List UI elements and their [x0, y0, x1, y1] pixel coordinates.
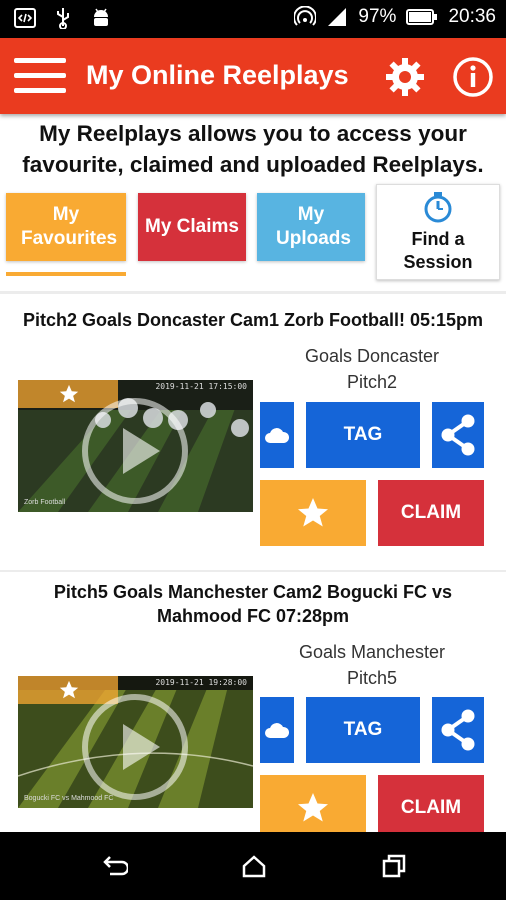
claim-button[interactable]: CLAIM [378, 480, 484, 546]
stopwatch-icon [424, 192, 452, 223]
app-bar: My Online Reelplays [0, 38, 506, 114]
tab-label: My Claims [145, 216, 239, 237]
hotspot-icon [294, 6, 317, 26]
reelplay-card: Pitch2 Goals Doncaster Cam1 Zorb Footbal… [0, 294, 506, 570]
home-icon[interactable] [240, 852, 268, 880]
reelplay-pitch: Pitch2 [346, 372, 398, 392]
menu-icon[interactable] [14, 56, 66, 96]
video-timestamp: 2019-11-21 17:15:00 [155, 382, 247, 391]
share-button[interactable] [432, 402, 484, 468]
tab-my-uploads[interactable]: My Uploads [257, 193, 365, 261]
intro-text: My Reelplays allows you to access your f… [22, 121, 484, 177]
video-thumbnail[interactable]: 2019-11-21 17:15:00 Zorb Football [18, 380, 253, 512]
play-icon[interactable] [80, 692, 190, 802]
cloud-upload-button[interactable] [260, 402, 294, 468]
reelplay-title: Pitch2 Goals Doncaster Cam1 Zorb Footbal… [22, 310, 484, 330]
signal-icon [328, 8, 347, 26]
video-thumbnail[interactable]: 2019-11-21 19:28:00 Bogucki FC vs Mahmoo… [18, 676, 253, 808]
recents-icon[interactable] [380, 852, 408, 880]
android-icon [94, 8, 108, 26]
tag-button[interactable]: TAG [306, 697, 420, 763]
clock-time: 20:36 [448, 6, 496, 27]
cloud-icon [265, 723, 290, 738]
back-icon[interactable] [100, 852, 128, 880]
info-icon[interactable] [452, 56, 494, 98]
star-icon [298, 498, 328, 527]
cloud-upload-button[interactable] [260, 697, 294, 763]
favourite-button[interactable] [260, 480, 366, 546]
gear-icon[interactable] [384, 56, 426, 98]
tab-label: Find a Session [403, 229, 473, 272]
video-timestamp: 2019-11-21 19:28:00 [155, 678, 247, 687]
reelplay-venue: Goals Manchester [298, 642, 446, 662]
tab-label: My Uploads [276, 204, 351, 249]
star-icon [298, 793, 328, 822]
active-tab-indicator [6, 272, 126, 276]
cloud-icon [265, 428, 290, 443]
reelplay-venue: Goals Doncaster [304, 346, 440, 366]
app-title: My Online Reelplays [86, 60, 349, 90]
play-icon[interactable] [80, 396, 190, 506]
code-icon [14, 8, 36, 28]
tag-button[interactable]: TAG [306, 402, 420, 468]
share-icon [441, 709, 475, 751]
battery-percent: 97% [358, 6, 397, 27]
tab-label: My Favourites [21, 204, 118, 249]
share-icon [441, 414, 475, 456]
reelplay-title: Pitch5 Goals Manchester Cam2 Bogucki FC … [53, 582, 453, 626]
tab-my-claims[interactable]: My Claims [138, 193, 246, 261]
reelplay-pitch: Pitch5 [346, 668, 398, 688]
usb-icon [57, 8, 69, 29]
tab-my-favourites[interactable]: My Favourites [6, 193, 126, 261]
video-caption: Zorb Football [24, 499, 66, 506]
reelplay-card: Pitch5 Goals Manchester Cam2 Bogucki FC … [0, 572, 506, 841]
video-caption: Bogucki FC vs Mahmood FC [24, 795, 114, 802]
battery-icon [406, 9, 438, 25]
system-nav-bar [0, 832, 506, 900]
status-bar: 97% 20:36 [0, 0, 506, 38]
share-button[interactable] [432, 697, 484, 763]
find-session-button[interactable]: Find a Session [376, 184, 500, 280]
